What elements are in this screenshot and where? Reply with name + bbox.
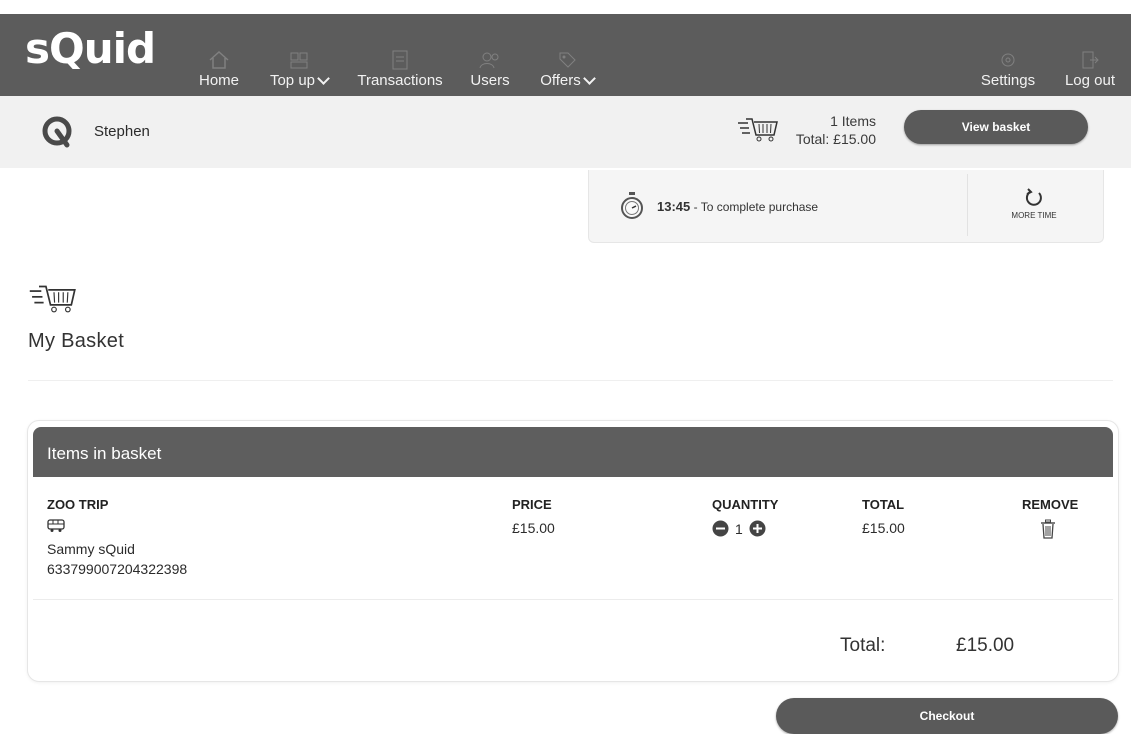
item-total: £15.00 <box>862 520 905 536</box>
app-logo[interactable]: sQuid <box>25 24 156 73</box>
divider <box>28 380 1113 381</box>
gear-icon <box>1001 53 1015 67</box>
nav-offers-label: Offers <box>540 72 581 89</box>
timer-description: - To complete purchase <box>690 200 819 214</box>
nav-transactions[interactable]: Transactions <box>354 34 446 89</box>
grand-total-label: Total: <box>840 635 886 656</box>
nav-home[interactable]: Home <box>196 34 242 89</box>
minus-icon[interactable] <box>712 520 729 537</box>
user-bar: Stephen 1 Items Total: £15.00 View baske… <box>0 96 1131 168</box>
purchase-timer: 13:45 - To complete purchase MORE TIME <box>588 170 1104 243</box>
basket-total: Total: £15.00 <box>795 131 876 147</box>
stopwatch-icon <box>621 192 643 219</box>
nav-users[interactable]: Users <box>468 34 512 89</box>
more-time-button[interactable]: MORE TIME <box>989 188 1079 220</box>
trash-icon[interactable] <box>1040 519 1056 539</box>
home-icon <box>209 50 229 69</box>
timer-countdown: 13:45 <box>657 199 691 214</box>
basket-item-count: 1 Items <box>830 113 876 129</box>
user-name: Stephen <box>94 123 150 140</box>
transactions-icon <box>392 50 408 70</box>
nav-top-up[interactable]: Top up <box>265 34 333 89</box>
panel-title: Items in basket <box>47 444 162 463</box>
basket-summary: 1 Items Total: £15.00 <box>780 112 876 148</box>
quantity-column-header: QUANTITY <box>712 497 779 512</box>
offers-icon <box>559 52 576 68</box>
item-holder-name: Sammy sQuid <box>47 541 135 557</box>
remove-column-header: REMOVE <box>1022 497 1079 512</box>
refresh-icon <box>1025 188 1042 206</box>
cart-icon[interactable] <box>738 116 780 142</box>
item-column-header: ZOO TRIP <box>47 497 109 512</box>
basket-panel: Items in basket ZOO TRIP PRICE QUANTITY … <box>27 420 1119 682</box>
view-basket-button[interactable]: View basket <box>904 110 1088 144</box>
nav-offers[interactable]: Offers <box>536 34 598 89</box>
panel-header: Items in basket <box>33 427 1113 477</box>
price-column-header: PRICE <box>512 497 552 512</box>
nav-log-out[interactable]: Log out <box>1062 34 1118 89</box>
chevron-down-icon <box>317 72 330 85</box>
logout-icon <box>1082 51 1099 69</box>
top-navigation: sQuid Home Top up Transactions Users Off… <box>0 14 1131 96</box>
item-price: £15.00 <box>512 520 555 536</box>
total-column-header: TOTAL <box>862 497 905 512</box>
page-title: My Basket <box>28 330 125 352</box>
nav-users-label: Users <box>470 72 510 89</box>
nav-settings-label: Settings <box>980 72 1036 89</box>
quantity-value: 1 <box>735 520 743 537</box>
timer-text: 13:45 - To complete purchase <box>657 199 818 214</box>
nav-home-label: Home <box>198 72 239 89</box>
nav-settings[interactable]: Settings <box>976 34 1040 89</box>
nav-log-out-label: Log out <box>1064 72 1116 89</box>
top-up-icon <box>290 52 308 69</box>
plus-icon[interactable] <box>749 520 766 537</box>
squid-logo-icon <box>42 116 72 148</box>
bus-icon <box>47 519 65 532</box>
nav-transactions-label: Transactions <box>357 72 443 89</box>
nav-top-up-label: Top up <box>269 72 316 89</box>
users-icon <box>479 52 499 69</box>
grand-total-value: £15.00 <box>956 635 1015 656</box>
quantity-stepper: 1 <box>712 520 766 537</box>
row-divider <box>33 599 1113 600</box>
timer-divider <box>967 174 968 236</box>
chevron-down-icon <box>582 72 596 85</box>
item-card-number: 633799007204322398 <box>47 561 188 577</box>
more-time-label: MORE TIME <box>1011 211 1057 220</box>
basket-icon <box>29 285 76 313</box>
